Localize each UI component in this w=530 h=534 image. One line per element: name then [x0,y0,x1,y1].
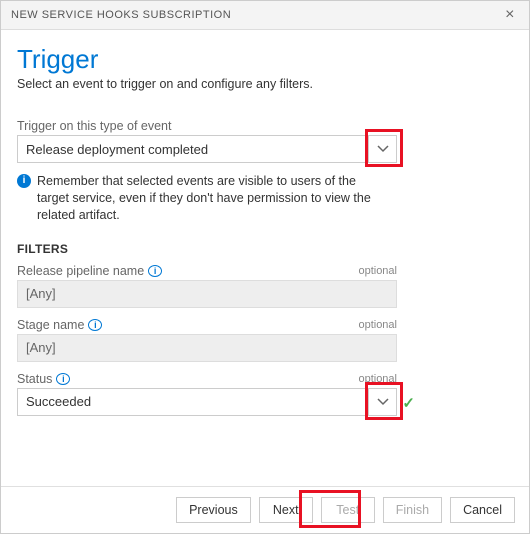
page-title: Trigger [17,44,513,75]
pipeline-value: [Any] [17,280,397,308]
pipeline-select[interactable]: [Any] [17,280,397,308]
stage-label-row: Stage name i optional [17,318,397,332]
info-icon[interactable]: i [148,265,162,277]
optional-tag: optional [358,373,397,385]
chevron-down-icon[interactable] [369,135,397,163]
event-type-select[interactable]: Release deployment completed [17,135,397,163]
filters-heading: FILTERS [17,242,397,256]
status-select[interactable]: Succeeded ✓ [17,388,397,416]
info-icon: i [17,174,31,188]
next-button[interactable]: Next [259,497,313,523]
dialog: NEW SERVICE HOOKS SUBSCRIPTION × Trigger… [0,0,530,534]
titlebar-title: NEW SERVICE HOOKS SUBSCRIPTION [11,9,231,21]
status-value: Succeeded [17,388,369,416]
cancel-button[interactable]: Cancel [450,497,515,523]
info-note: i Remember that selected events are visi… [17,173,387,224]
chevron-down-icon[interactable] [369,388,397,416]
info-icon[interactable]: i [88,319,102,331]
stage-value: [Any] [17,334,397,362]
event-type-label: Trigger on this type of event [17,119,397,133]
titlebar: NEW SERVICE HOOKS SUBSCRIPTION × [1,1,529,30]
stage-select[interactable]: [Any] [17,334,397,362]
content: Trigger Select an event to trigger on an… [1,30,529,486]
filters-area: Release pipeline name i optional [Any] S… [17,264,397,416]
previous-button[interactable]: Previous [176,497,251,523]
optional-tag: optional [358,265,397,277]
close-icon[interactable]: × [501,7,519,23]
footer: Previous Next Test Finish Cancel [1,486,529,533]
finish-button[interactable]: Finish [383,497,442,523]
event-type-value: Release deployment completed [17,135,369,163]
page-subtitle: Select an event to trigger on and config… [17,77,513,91]
check-icon: ✓ [402,394,415,412]
test-button[interactable]: Test [321,497,375,523]
optional-tag: optional [358,319,397,331]
pipeline-label-row: Release pipeline name i optional [17,264,397,278]
info-icon[interactable]: i [56,373,70,385]
status-label-row: Status i optional [17,372,397,386]
